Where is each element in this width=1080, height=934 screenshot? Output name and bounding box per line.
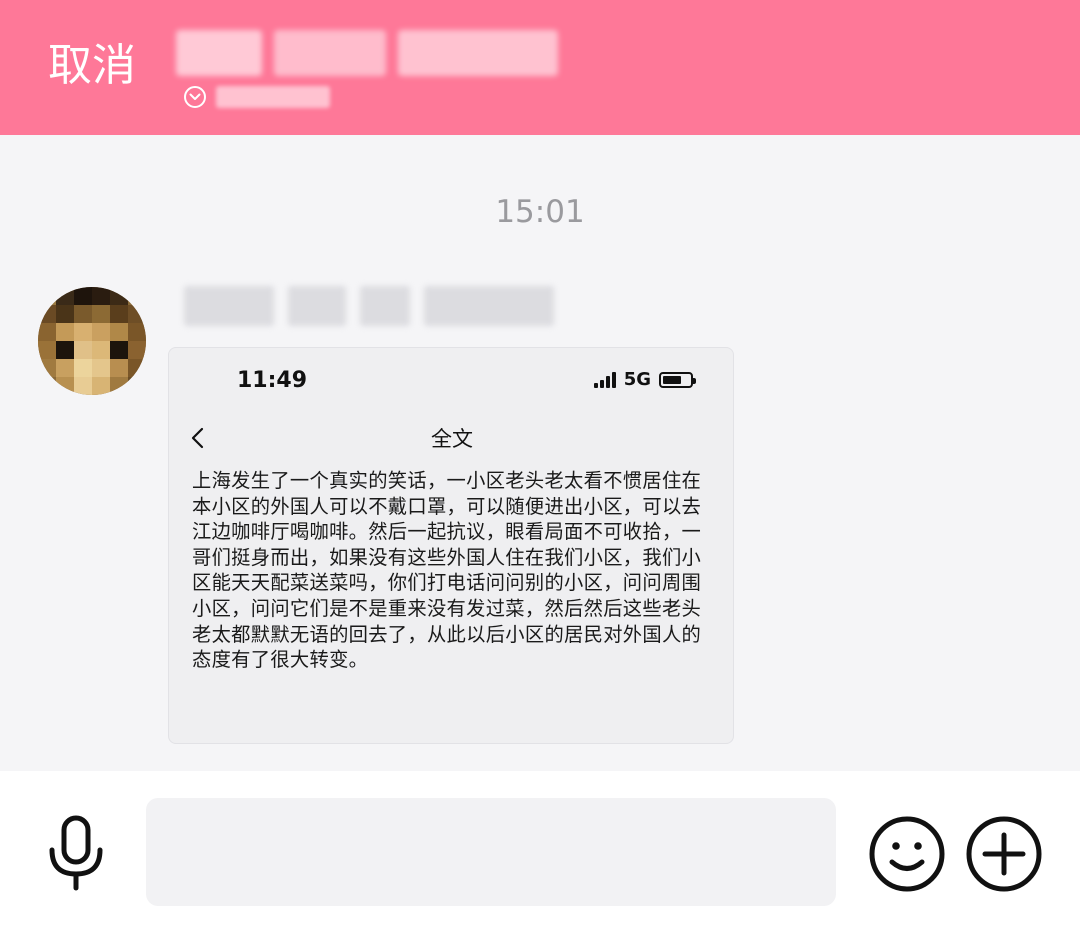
screenshot-status-time: 11:49 — [237, 368, 308, 393]
chat-header: 取消 — [0, 0, 1080, 135]
cancel-button[interactable]: 取消 — [48, 36, 136, 96]
chevron-down-circle-icon[interactable] — [184, 86, 206, 108]
signal-icon — [593, 372, 616, 388]
chat-title-obscured — [176, 30, 558, 76]
screenshot-status-bar: 5G — [593, 368, 696, 392]
chat-subtitle — [184, 86, 330, 108]
plus-circle-icon[interactable] — [965, 815, 1043, 893]
avatar[interactable] — [38, 287, 146, 395]
message-timestamp: 15:01 — [495, 194, 585, 230]
screenshot-body-text: 上海发生了一个真实的笑话，一小区老头老太看不惯居住在本小区的外国人可以不戴口罩，… — [192, 469, 702, 672]
sender-name-obscured — [184, 286, 554, 326]
screenshot-page-title: 全文 — [431, 427, 473, 451]
microphone-icon[interactable] — [40, 812, 112, 894]
subtitle-obscured — [216, 86, 330, 108]
message-input[interactable] — [146, 798, 836, 906]
message-image[interactable]: 11:49 5G 全文 上海发生了一个真实的笑话，一小区老头老太看不惯居住在本小… — [168, 347, 734, 744]
smiley-icon[interactable] — [868, 815, 946, 893]
network-label: 5G — [623, 369, 651, 390]
battery-icon — [659, 372, 696, 388]
